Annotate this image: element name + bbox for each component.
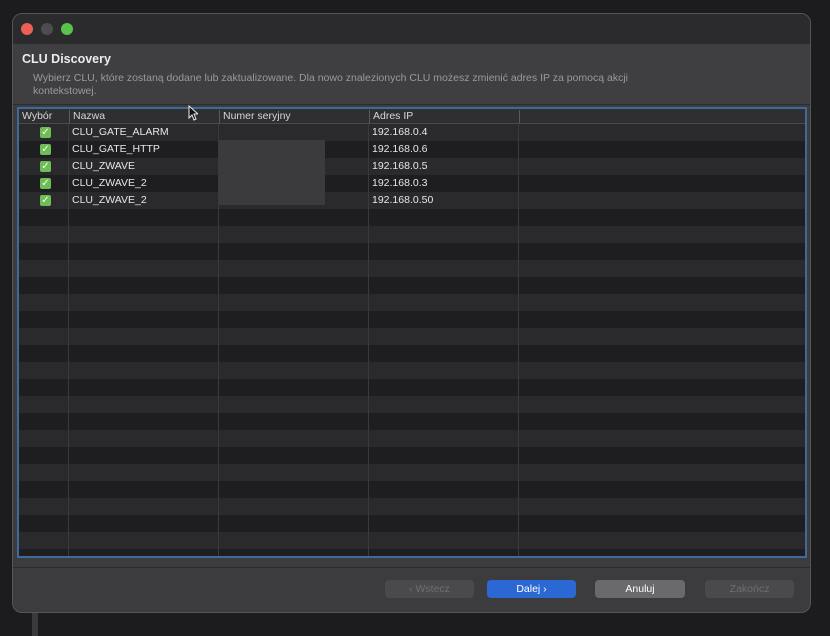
- clu-discovery-window: CLU Discovery Wybierz CLU, które zostaną…: [12, 13, 811, 613]
- mouse-pointer-icon: [188, 105, 198, 121]
- cell-serial: [219, 124, 222, 141]
- empty-table-row: [19, 209, 805, 226]
- column-divider: [518, 124, 519, 556]
- table-body: ✓ CLU_GATE_ALARM 192.168.0.4 ✓ CLU_GATE_HTTP…: [19, 124, 805, 556]
- close-window-button[interactable]: [21, 23, 33, 35]
- cell-name: CLU_GATE_ALARM: [72, 126, 169, 138]
- cancel-button[interactable]: Anuluj: [595, 580, 685, 598]
- header-divider: [13, 104, 810, 105]
- empty-table-row: [19, 379, 805, 396]
- empty-table-row: [19, 413, 805, 430]
- empty-table-row: [19, 430, 805, 447]
- column-divider: [68, 124, 69, 556]
- table-row[interactable]: ✓ CLU_ZWAVE_2 192.168.0.3: [19, 175, 805, 192]
- wizard-header: CLU Discovery Wybierz CLU, które zostaną…: [13, 44, 810, 104]
- cell-ip: 192.168.0.50: [372, 194, 434, 206]
- cell-ip: 192.168.0.4: [372, 126, 428, 138]
- empty-table-row: [19, 532, 805, 549]
- table-row[interactable]: ✓CLU_ZWAVE_2221064687192.168.0.50: [19, 192, 805, 209]
- back-button[interactable]: ‹ Wstecz: [385, 580, 474, 598]
- empty-table-row: [19, 328, 805, 345]
- page-description: Wybierz CLU, które zostaną dodane lub za…: [33, 72, 628, 97]
- column-header-ip[interactable]: Adres IP: [369, 110, 519, 123]
- column-header-serial[interactable]: Numer seryjny: [219, 110, 369, 123]
- empty-table-row: [19, 498, 805, 515]
- clu-table[interactable]: Wybór Nazwa Numer seryjny Adres IP ✓ CLU_…: [17, 107, 807, 558]
- page-title: CLU Discovery: [22, 52, 111, 66]
- select-checkbox[interactable]: ✓: [40, 178, 51, 189]
- cell-name: CLU_ZWAVE: [72, 160, 136, 172]
- minimize-window-button[interactable]: [41, 23, 53, 35]
- empty-table-row: [19, 294, 805, 311]
- table-header: Wybór Nazwa Numer seryjny Adres IP: [19, 109, 805, 124]
- empty-table-row: [19, 362, 805, 379]
- select-checkbox[interactable]: ✓: [40, 127, 51, 138]
- cell-ip: 192.168.0.3: [372, 177, 428, 189]
- empty-table-row: [19, 481, 805, 498]
- empty-table-row: [19, 311, 805, 328]
- empty-table-row: [19, 243, 805, 260]
- finish-button[interactable]: Zakończ: [705, 580, 794, 598]
- footer-divider: [13, 567, 810, 568]
- empty-table-row: [19, 515, 805, 532]
- empty-table-row: [19, 464, 805, 481]
- empty-table-row: [19, 447, 805, 464]
- select-checkbox[interactable]: ✓: [40, 144, 51, 155]
- empty-table-row: [19, 226, 805, 243]
- cell-ip: 192.168.0.6: [372, 143, 428, 155]
- table-row[interactable]: ✓ CLU_GATE_ALARM 192.168.0.4: [19, 124, 805, 141]
- select-checkbox[interactable]: ✓: [40, 195, 51, 206]
- column-header-filler: [519, 110, 805, 123]
- cell-name: CLU_ZWAVE_2: [72, 194, 147, 206]
- empty-table-row: [19, 549, 805, 556]
- column-divider: [368, 124, 369, 556]
- empty-table-row: [19, 277, 805, 294]
- empty-table-row: [19, 396, 805, 413]
- cell-ip: 192.168.0.5: [372, 160, 428, 172]
- table-row[interactable]: ✓ CLU_ZWAVE 192.168.0.5: [19, 158, 805, 175]
- redacted-serial-block: [219, 140, 325, 205]
- cell-name: CLU_GATE_HTTP: [72, 143, 160, 155]
- column-header-select[interactable]: Wybór: [19, 110, 69, 123]
- title-bar: [13, 14, 810, 44]
- cell-name: CLU_ZWAVE_2: [72, 177, 147, 189]
- empty-table-row: [19, 345, 805, 362]
- table-row[interactable]: ✓ CLU_GATE_HTTP 192.168.0.6: [19, 141, 805, 158]
- empty-table-row: [19, 260, 805, 277]
- select-checkbox[interactable]: ✓: [40, 161, 51, 172]
- maximize-window-button[interactable]: [61, 23, 73, 35]
- next-button[interactable]: Dalej ›: [487, 580, 576, 598]
